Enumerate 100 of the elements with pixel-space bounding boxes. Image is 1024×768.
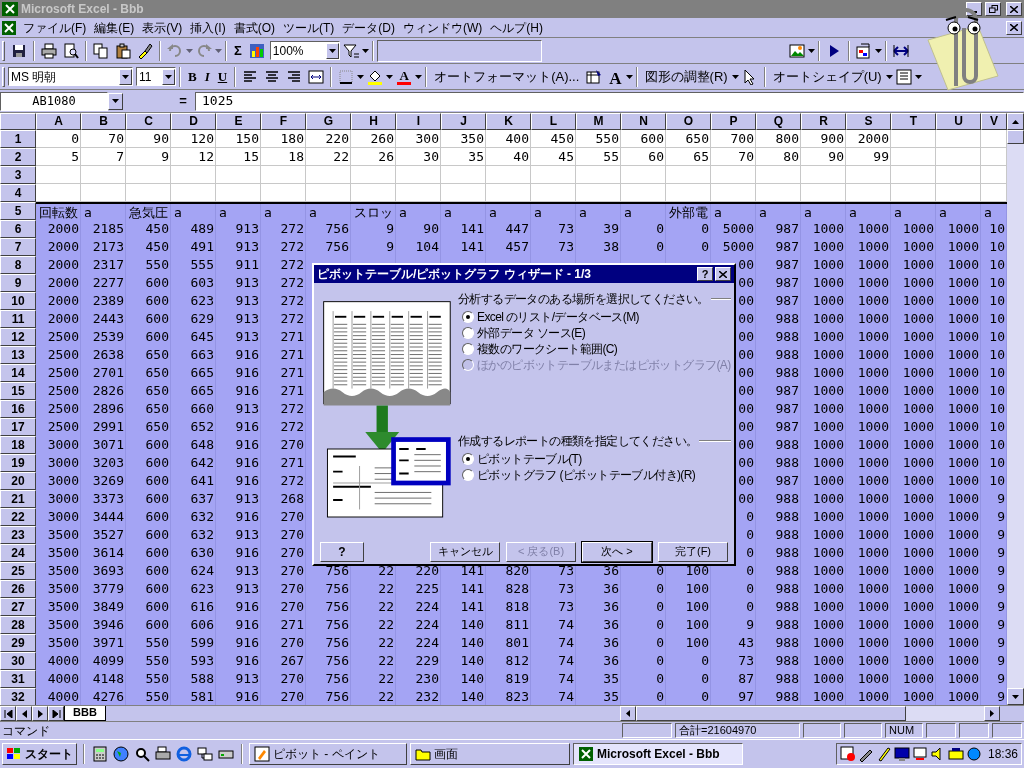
taskbar-button[interactable]: 画面 — [410, 743, 570, 765]
table-cell[interactable]: 74 — [531, 688, 576, 705]
excel-icon[interactable] — [2, 20, 16, 35]
brush-icon[interactable] — [137, 42, 153, 59]
next-sheet-icon[interactable] — [35, 709, 45, 718]
search-icon[interactable] — [134, 746, 150, 762]
column-header[interactable]: F — [261, 113, 306, 130]
column-header[interactable]: A — [36, 113, 81, 130]
row-header[interactable]: 16 — [0, 400, 36, 418]
taskbar-button[interactable]: Microsoft Excel - Bbb — [573, 743, 743, 765]
radio-label[interactable]: ピボットグラフ (ピボットテーブル付き)(R) — [477, 466, 696, 484]
row-header[interactable]: 20 — [0, 472, 36, 490]
radio-label[interactable]: 複数のワークシート範囲(C) — [477, 340, 618, 358]
font-size-combo[interactable]: 11 — [136, 67, 176, 86]
radio-label[interactable]: 外部データ ソース(E) — [477, 324, 586, 342]
column-header[interactable]: T — [891, 113, 936, 130]
menu-item[interactable]: 編集(E) — [90, 18, 139, 37]
table-cell[interactable]: 140 — [441, 688, 486, 705]
column-header[interactable]: Q — [756, 113, 801, 130]
row-header[interactable]: 32 — [0, 688, 36, 705]
menu-item[interactable]: 表示(V) — [138, 18, 187, 37]
table-cell[interactable]: 756 — [306, 688, 351, 705]
text-box-icon[interactable] — [895, 68, 912, 85]
autoshape-button[interactable]: オートシェイプ(U) — [768, 65, 886, 88]
print-icon[interactable] — [41, 42, 57, 59]
table-cell[interactable]: 916 — [216, 688, 261, 705]
font-size-button[interactable]: A — [605, 65, 626, 88]
column-header[interactable]: N — [621, 113, 666, 130]
scheduler-icon[interactable] — [839, 746, 856, 762]
close-button[interactable] — [715, 267, 731, 281]
radio-button[interactable] — [462, 469, 474, 481]
resize-icon[interactable] — [893, 42, 909, 59]
column-header[interactable]: J — [441, 113, 486, 130]
column-header[interactable]: B — [81, 113, 126, 130]
caret-icon[interactable] — [122, 74, 129, 79]
column-header[interactable]: O — [666, 113, 711, 130]
radio-button[interactable] — [462, 343, 474, 355]
row-header[interactable]: 31 — [0, 670, 36, 688]
save-icon[interactable] — [11, 42, 27, 59]
column-header[interactable]: G — [306, 113, 351, 130]
monitor-icon[interactable] — [893, 746, 910, 762]
caret-icon[interactable] — [415, 74, 423, 79]
column-header[interactable]: R — [801, 113, 846, 130]
row-header[interactable]: 25 — [0, 562, 36, 580]
caret-icon[interactable] — [731, 74, 739, 79]
column-header[interactable]: U — [936, 113, 981, 130]
format-icon[interactable] — [586, 68, 603, 85]
name-box-dropdown[interactable] — [108, 92, 123, 110]
row-header[interactable]: 11 — [0, 310, 36, 328]
menu-item[interactable]: ヘルプ(H) — [486, 18, 547, 37]
column-header[interactable]: S — [846, 113, 891, 130]
chart-wizard-icon[interactable] — [248, 42, 265, 59]
help-button[interactable]: ? — [320, 541, 364, 562]
radio-label[interactable]: Excel のリスト/データベース(M) — [477, 308, 639, 326]
row-header[interactable]: 19 — [0, 454, 36, 472]
name-box[interactable]: AB1080 — [0, 91, 108, 111]
caret-icon[interactable] — [625, 74, 633, 79]
calculator-icon[interactable] — [92, 746, 108, 762]
row-header[interactable]: 6 — [0, 220, 36, 238]
caret-icon[interactable] — [808, 48, 815, 53]
row-header[interactable]: 23 — [0, 526, 36, 544]
left-arrow-icon[interactable] — [626, 710, 630, 717]
underline-button[interactable]: U — [213, 65, 232, 88]
row-header[interactable]: 29 — [0, 634, 36, 652]
align-left-icon[interactable] — [242, 68, 259, 85]
drive-icon[interactable] — [947, 746, 964, 762]
font-combo[interactable]: MS 明朝 — [8, 67, 133, 86]
display-icon[interactable] — [911, 746, 928, 762]
column-header[interactable]: K — [486, 113, 531, 130]
border-icon[interactable] — [338, 68, 355, 85]
paste-icon[interactable] — [115, 42, 131, 59]
dialog-button[interactable]: 完了(F) — [658, 541, 728, 562]
dialog-button[interactable]: 次へ > — [582, 541, 652, 562]
column-header[interactable]: C — [126, 113, 171, 130]
column-header[interactable]: V — [981, 113, 1007, 130]
caret-icon[interactable] — [165, 74, 172, 79]
bold-button[interactable]: B — [184, 65, 201, 88]
horizontal-scrollbar[interactable] — [620, 706, 1000, 721]
row-header[interactable]: 28 — [0, 616, 36, 634]
row-header[interactable]: 18 — [0, 436, 36, 454]
fill-color-icon[interactable] — [367, 68, 384, 85]
table-cell[interactable]: 581 — [171, 688, 216, 705]
menu-item[interactable]: ファイル(F) — [19, 18, 91, 37]
caret-icon[interactable] — [328, 48, 336, 53]
column-header[interactable]: P — [711, 113, 756, 130]
column-header[interactable]: D — [171, 113, 216, 130]
last-sheet-icon[interactable] — [51, 709, 61, 718]
taskbar-button[interactable]: ピボット - ペイント — [249, 743, 407, 765]
start-button[interactable]: スタート — [2, 743, 77, 765]
table-cell[interactable]: 22 — [351, 688, 396, 705]
table-cell[interactable]: 270 — [261, 688, 306, 705]
network-icon[interactable] — [197, 746, 213, 762]
filter-icon[interactable] — [342, 42, 359, 59]
row-header[interactable]: 13 — [0, 346, 36, 364]
row-header[interactable]: 14 — [0, 364, 36, 382]
scroll-thumb[interactable] — [636, 706, 906, 721]
row-header[interactable]: 27 — [0, 598, 36, 616]
down-arrow-icon[interactable] — [1012, 694, 1019, 699]
close-button[interactable] — [1006, 20, 1022, 35]
menu-item[interactable]: 書式(O) — [229, 18, 279, 37]
